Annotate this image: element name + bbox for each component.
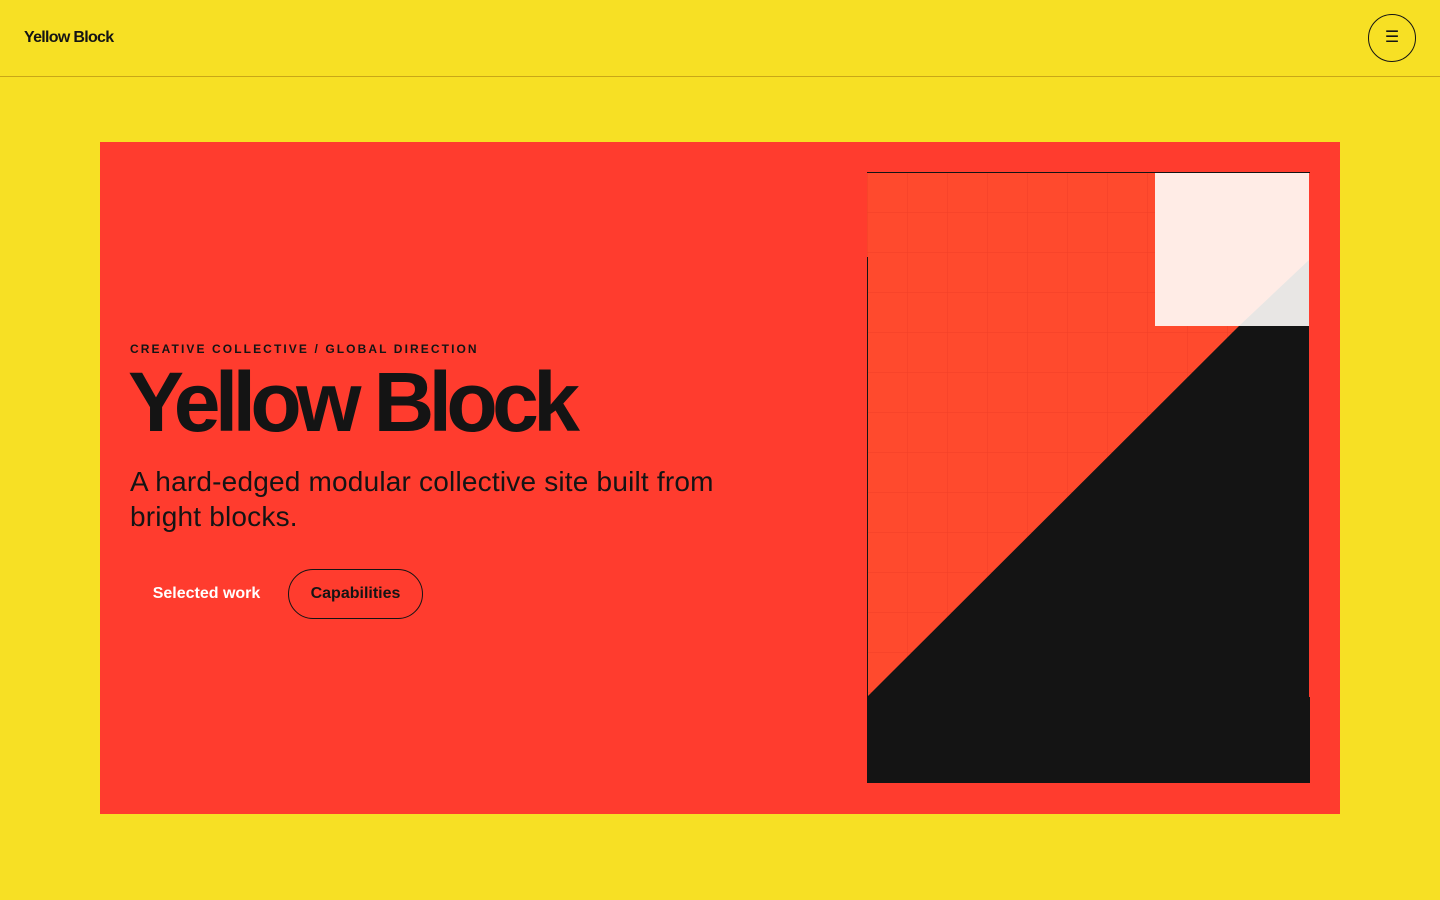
hero-title: Yellow Block: [128, 355, 580, 449]
hero-panel: CREATIVE COLLECTIVE / GLOBAL DIRECTION Y…: [100, 142, 1340, 814]
logo[interactable]: Yellow Block: [24, 28, 114, 48]
site-header: Yellow Block ☰: [0, 0, 1440, 77]
capabilities-button[interactable]: Capabilities: [288, 569, 423, 619]
hero-artwork: [867, 172, 1310, 783]
art-black-base: [867, 697, 1310, 783]
geometric-block-art: [867, 172, 1310, 783]
menu-button[interactable]: ☰: [1368, 14, 1416, 62]
selected-work-button[interactable]: Selected work: [130, 569, 283, 619]
hero-subtitle: A hard-edged modular collective site bui…: [130, 466, 714, 532]
hamburger-icon: ☰: [1384, 29, 1400, 46]
